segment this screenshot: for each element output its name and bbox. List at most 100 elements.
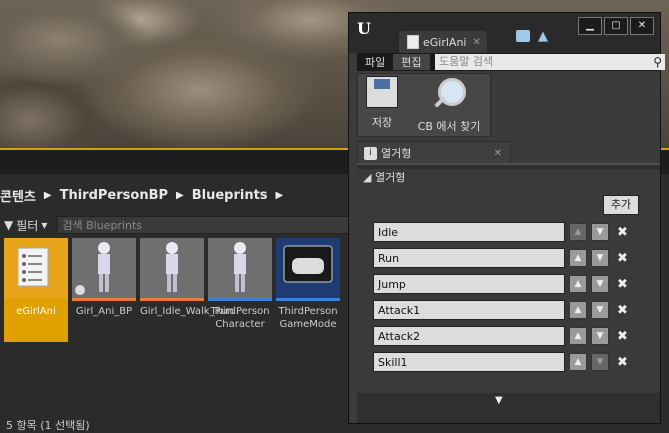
close-button[interactable]: ✕	[630, 17, 654, 35]
document-list-icon	[17, 247, 49, 287]
move-down-icon[interactable]: ▼	[591, 327, 609, 345]
enumerator-row: Skill1 ▲ ▼ ✖	[373, 351, 647, 373]
move-up-icon[interactable]: ▲	[569, 327, 587, 345]
find-label: CB 에서 찾기	[417, 120, 481, 133]
delete-icon[interactable]: ✖	[617, 303, 628, 318]
enumerator-name-field[interactable]: Attack2	[373, 326, 565, 346]
toolbar: 저장 CB 에서 찾기	[357, 73, 491, 137]
asset-type-bar	[276, 298, 340, 301]
funnel-icon: ▼	[4, 218, 14, 232]
breadcrumb: 콘텐츠 ▶ ThirdPersonBP ▶ Blueprints ▶	[0, 184, 291, 206]
enum-editor-window: U eGirlAni ✕ ▲ ▁ ▢ ✕ 파일 편집 도움말 검색 ⚲ 저장 C…	[348, 12, 665, 424]
asset-tile-egirlani[interactable]: eGirlAni	[4, 238, 68, 342]
move-down-icon[interactable]: ▼	[591, 275, 609, 293]
enumerator-row: Jump ▲ ▼ ✖	[373, 273, 647, 295]
character-thumbnail	[72, 238, 136, 298]
character-thumbnail	[208, 238, 272, 298]
delete-icon[interactable]: ✖	[617, 251, 628, 266]
move-down-icon[interactable]: ▼	[591, 223, 609, 241]
asset-tile-thirdperson-gamemode[interactable]: ThirdPerson GameMode	[276, 238, 340, 342]
enumerator-name-field[interactable]: Idle	[373, 222, 565, 242]
delete-icon[interactable]: ✖	[617, 277, 628, 292]
find-in-cb-button[interactable]: CB 에서 찾기	[412, 76, 486, 134]
enumerator-row: Run ▲ ▼ ✖	[373, 247, 647, 269]
delete-icon[interactable]: ✖	[617, 225, 628, 240]
panel-tab-label: 열거형	[381, 147, 412, 160]
enum-asset-icon	[4, 238, 68, 298]
asset-tile-thirdperson-character[interactable]: ThirdPerson Character	[208, 238, 272, 342]
enumerator-row: Attack2 ▲ ▼ ✖	[373, 325, 647, 347]
menu-edit[interactable]: 편집	[393, 54, 430, 70]
tab-egirlani[interactable]: eGirlAni ✕	[399, 31, 487, 53]
enumerator-row: Idle ▲ ▼ ✖	[373, 221, 647, 243]
gamemode-thumbnail	[276, 238, 340, 298]
move-up-icon[interactable]: ▲	[569, 353, 587, 371]
enumerator-name-field[interactable]: Jump	[373, 274, 565, 294]
asset-tile-girl-ani-bp[interactable]: Girl_Ani_BP	[72, 238, 136, 342]
asset-type-bar	[208, 298, 272, 301]
character-thumbnail	[140, 238, 204, 298]
asset-tile-girl-idle-walk-run[interactable]: Girl_Idle_Walk_Run	[140, 238, 234, 342]
filter-button[interactable]: ▼ 필터 ▾	[4, 217, 47, 234]
breadcrumb-item-blueprints[interactable]: Blueprints	[192, 188, 268, 203]
asset-name: Girl_Idle_Walk_Run	[140, 306, 234, 317]
move-up-icon[interactable]: ▲	[569, 301, 587, 319]
filter-label: 필터	[16, 218, 39, 233]
window-titlebar[interactable]: U eGirlAni ✕ ▲ ▁ ▢ ✕	[349, 13, 660, 53]
graduation-cap-icon[interactable]: ▲	[538, 29, 548, 44]
tab-label: eGirlAni	[423, 35, 467, 49]
close-icon[interactable]: ✕	[494, 148, 502, 159]
move-down-icon[interactable]: ▼	[591, 353, 609, 371]
enumerator-row: Attack1 ▲ ▼ ✖	[373, 299, 647, 321]
enumerator-name-field[interactable]: Skill1	[373, 352, 565, 372]
asset-search-input[interactable]: 검색 Blueprints	[57, 216, 358, 234]
floppy-disk-icon	[366, 76, 398, 108]
move-up-icon[interactable]: ▲	[569, 275, 587, 293]
menu-bar: 파일 편집 도움말 검색 ⚲	[357, 53, 665, 71]
move-up-icon[interactable]: ▲	[569, 249, 587, 267]
asset-name: ThirdPerson Character	[210, 306, 270, 330]
maximize-button[interactable]: ▢	[604, 17, 628, 35]
category-label: 열거형	[374, 171, 406, 184]
gamepad-icon	[283, 245, 333, 283]
save-button[interactable]: 저장	[362, 76, 402, 130]
minimize-button[interactable]: ▁	[578, 17, 602, 35]
close-icon[interactable]: ✕	[472, 37, 480, 48]
menu-file[interactable]: 파일	[357, 54, 393, 70]
delete-icon[interactable]: ✖	[617, 329, 628, 344]
chat-bubble-icon[interactable]	[516, 30, 530, 42]
help-search-placeholder: 도움말 검색	[439, 55, 494, 68]
asset-name: eGirlAni	[16, 306, 56, 317]
gear-icon	[75, 285, 85, 295]
asset-type-bar	[140, 298, 204, 301]
enumerator-name-field[interactable]: Attack1	[373, 300, 565, 320]
add-enumerator-button[interactable]: 추가	[603, 195, 639, 215]
chevron-down-icon: ▾	[41, 218, 48, 232]
move-down-icon[interactable]: ▼	[591, 249, 609, 267]
move-down-icon[interactable]: ▼	[591, 301, 609, 319]
asset-type-bar	[4, 298, 68, 301]
document-icon	[407, 35, 419, 49]
asset-name: Girl_Ani_BP	[75, 306, 133, 317]
magnifier-icon	[432, 76, 466, 110]
delete-icon[interactable]: ✖	[617, 355, 628, 370]
tab-enumerators[interactable]: i 열거형 ✕	[357, 141, 511, 164]
category-header[interactable]: ◢ 열거형	[357, 169, 660, 187]
asset-name: ThirdPerson GameMode	[278, 306, 338, 330]
move-up-icon[interactable]: ▲	[569, 223, 587, 241]
help-search-input[interactable]: 도움말 검색 ⚲	[435, 54, 665, 70]
chevron-right-icon[interactable]: ▶	[276, 190, 284, 201]
collapse-triangle-icon: ◢	[363, 171, 372, 184]
breadcrumb-item-content[interactable]: 콘텐츠	[0, 186, 36, 205]
chevron-right-icon[interactable]: ▶	[176, 190, 184, 201]
info-icon: i	[364, 146, 377, 160]
breadcrumb-item-thirdpersonbp[interactable]: ThirdPersonBP	[60, 188, 168, 203]
save-label: 저장	[371, 116, 393, 129]
enumerator-name-field[interactable]: Run	[373, 248, 565, 268]
asset-grid: eGirlAni Girl_Ani_BP Girl_Idle_Walk_Run	[0, 238, 340, 342]
details-panel: ◢ 열거형 추가 Idle ▲ ▼ ✖ Run ▲ ▼ ✖ Jump ▲ ▼ ✖	[357, 163, 660, 423]
asset-type-bar	[72, 298, 136, 301]
expand-down-icon[interactable]: ▼	[495, 395, 503, 406]
chevron-right-icon[interactable]: ▶	[44, 190, 52, 201]
window-controls: ▁ ▢ ✕	[578, 17, 654, 35]
